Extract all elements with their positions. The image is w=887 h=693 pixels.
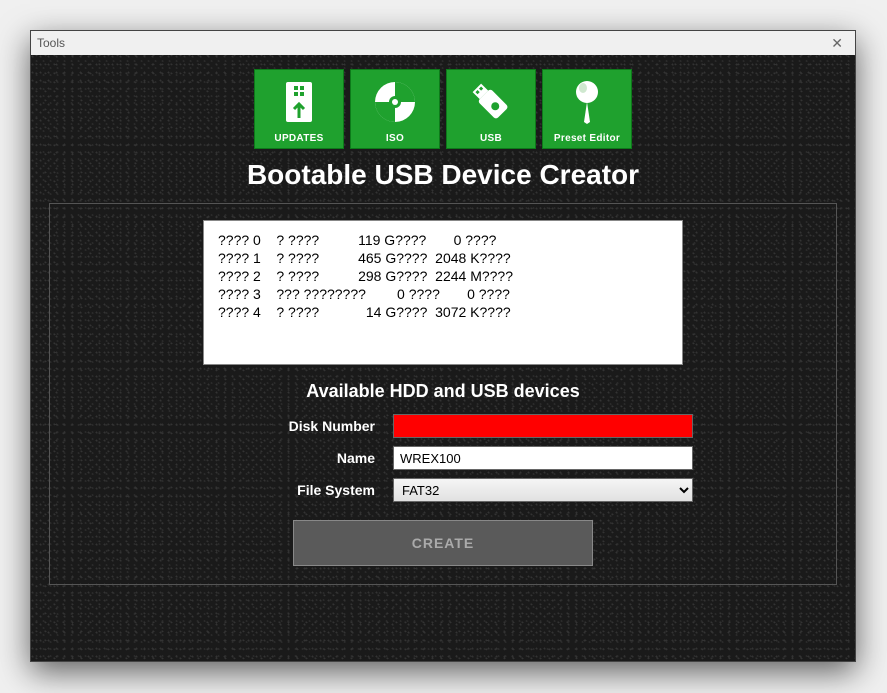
device-list[interactable]: ???? 0 ? ???? 119 G???? 0 ???? ???? 1 ? … bbox=[203, 220, 683, 365]
main-panel: ???? 0 ? ???? 119 G???? 0 ???? ???? 1 ? … bbox=[49, 203, 837, 585]
list-item[interactable]: ???? 3 ??? ???????? 0 ???? 0 ???? bbox=[218, 285, 668, 303]
list-item[interactable]: ???? 1 ? ???? 465 G???? 2048 K???? bbox=[218, 249, 668, 267]
tile-updates-label: UPDATES bbox=[274, 133, 323, 144]
tile-row: UPDATES ISO bbox=[49, 69, 837, 149]
list-item[interactable]: ???? 2 ? ???? 298 G???? 2244 M???? bbox=[218, 267, 668, 285]
page-title: Bootable USB Device Creator bbox=[49, 159, 837, 191]
tile-usb-label: USB bbox=[480, 133, 502, 144]
tile-iso-label: ISO bbox=[386, 133, 404, 144]
updates-icon bbox=[280, 70, 318, 133]
disc-icon bbox=[371, 70, 419, 133]
tile-updates[interactable]: UPDATES bbox=[254, 69, 344, 149]
content-area: UPDATES ISO bbox=[31, 55, 855, 595]
menu-tools[interactable]: Tools bbox=[37, 36, 65, 50]
list-item[interactable]: ???? 0 ? ???? 119 G???? 0 ???? bbox=[218, 231, 668, 249]
usb-icon bbox=[467, 70, 515, 133]
create-button[interactable]: CREATE bbox=[293, 520, 593, 566]
tile-preset-label: Preset Editor bbox=[554, 133, 620, 144]
tile-preset-editor[interactable]: Preset Editor bbox=[542, 69, 632, 149]
disk-number-label: Disk Number bbox=[193, 418, 393, 434]
name-input[interactable] bbox=[393, 446, 693, 470]
tile-iso[interactable]: ISO bbox=[350, 69, 440, 149]
list-item[interactable]: ???? 4 ? ???? 14 G???? 3072 K???? bbox=[218, 303, 668, 321]
available-devices-heading: Available HDD and USB devices bbox=[68, 381, 818, 402]
name-label: Name bbox=[193, 450, 393, 466]
file-system-select[interactable]: FAT32 bbox=[393, 478, 693, 502]
form: Disk Number Name File System FAT32 bbox=[68, 414, 818, 502]
pin-icon bbox=[567, 70, 607, 133]
tile-usb[interactable]: USB bbox=[446, 69, 536, 149]
file-system-label: File System bbox=[193, 482, 393, 498]
close-icon[interactable]: ✕ bbox=[825, 35, 849, 52]
disk-number-input[interactable] bbox=[393, 414, 693, 438]
app-window: Tools ✕ UPDATES bbox=[30, 30, 856, 662]
titlebar: Tools ✕ bbox=[31, 31, 855, 55]
